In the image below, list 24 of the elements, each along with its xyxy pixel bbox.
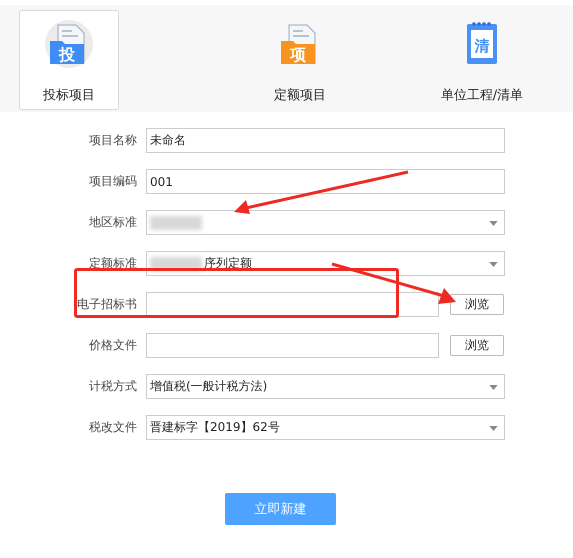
dropdown-field[interactable]: 晋建标字【2019】62号 xyxy=(146,415,505,440)
caret-icon xyxy=(489,221,498,226)
field-label: 税改文件 xyxy=(88,419,137,436)
caret-icon xyxy=(489,262,498,267)
field-label: 价格文件 xyxy=(88,337,137,354)
input-field[interactable] xyxy=(146,333,439,358)
field-label: 项目编码 xyxy=(88,173,137,190)
input-field[interactable]: 001 xyxy=(146,169,505,194)
browse-button[interactable]: 浏览 xyxy=(450,335,504,356)
dropdown-field[interactable] xyxy=(146,210,505,235)
folder-icon: 投 xyxy=(44,19,94,69)
field-label: 计税方式 xyxy=(88,378,137,395)
tab[interactable]: 项 定额项目 xyxy=(250,10,350,110)
browse-button[interactable]: 浏览 xyxy=(450,294,504,315)
field-label: 电子招标书 xyxy=(77,296,137,313)
dropdown-field[interactable]: 增值税(一般计税方法) xyxy=(146,374,505,399)
tab[interactable]: 投 投标项目 xyxy=(19,10,119,110)
input-field[interactable]: 未命名 xyxy=(146,128,505,153)
caret-icon xyxy=(489,385,498,390)
tab[interactable]: 清 单位工程/清单 xyxy=(432,10,532,110)
field-label: 项目名称 xyxy=(88,132,137,149)
field-label: 地区标准 xyxy=(88,214,137,231)
caret-icon xyxy=(489,426,498,431)
input-field[interactable] xyxy=(146,292,439,317)
